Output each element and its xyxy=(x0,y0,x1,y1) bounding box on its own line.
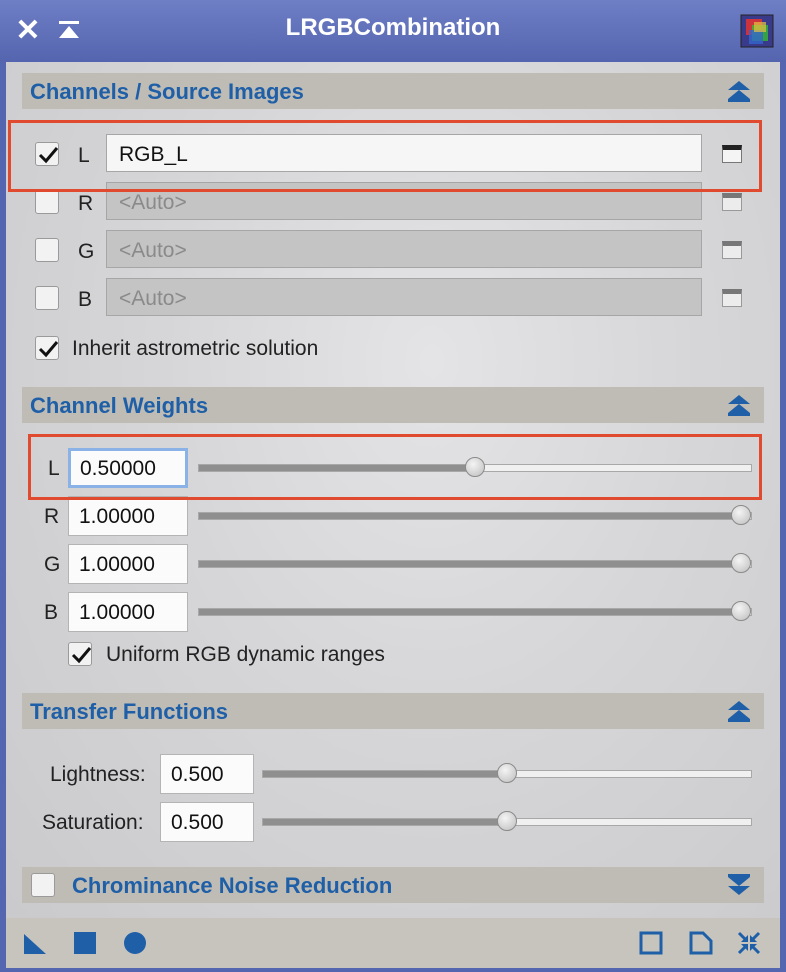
collapse-icon[interactable] xyxy=(726,393,752,417)
section-title: Chrominance Noise Reduction xyxy=(72,873,393,898)
lightness-slider[interactable] xyxy=(262,763,752,783)
highlight-box-weight-l xyxy=(28,434,762,500)
slider-thumb[interactable] xyxy=(731,553,751,573)
weights-section-header[interactable]: Channel Weights xyxy=(22,387,764,423)
channel-b-label: B xyxy=(78,288,93,311)
weight-r-input[interactable]: 1.00000 xyxy=(68,496,188,536)
inherit-astrometric-label: Inherit astrometric solution xyxy=(72,337,319,360)
slider-thumb[interactable] xyxy=(731,601,751,621)
lightness-input[interactable]: 0.500 xyxy=(160,754,254,794)
reset-icon[interactable] xyxy=(736,930,762,956)
uniform-rgb-checkbox[interactable] xyxy=(68,642,92,666)
channel-g-checkbox[interactable] xyxy=(35,238,59,262)
slider-fill xyxy=(199,609,741,615)
section-title: Channels / Source Images xyxy=(30,79,304,104)
slider-fill xyxy=(263,819,507,825)
saturation-input[interactable]: 0.500 xyxy=(160,802,254,842)
apply-icon[interactable] xyxy=(122,930,148,956)
weight-g-slider[interactable] xyxy=(198,553,752,573)
channel-r-checkbox[interactable] xyxy=(35,190,59,214)
slider-fill xyxy=(199,513,741,519)
browse-documentation-icon[interactable] xyxy=(638,930,664,956)
transfer-section-header[interactable]: Transfer Functions xyxy=(22,693,764,729)
bottom-toolbar xyxy=(6,918,780,968)
slider-thumb[interactable] xyxy=(497,763,517,783)
weight-g-label: G xyxy=(44,553,61,576)
highlight-box-channel-l xyxy=(8,120,762,192)
slider-thumb[interactable] xyxy=(731,505,751,525)
inherit-astrometric-checkbox[interactable] xyxy=(35,336,59,360)
saturation-label: Saturation: xyxy=(42,811,144,834)
weight-b-label: B xyxy=(44,601,59,624)
close-icon[interactable]: ✕ xyxy=(14,16,42,46)
channel-g-view-icon[interactable] xyxy=(722,241,742,259)
process-icon xyxy=(740,14,774,48)
section-title: Channel Weights xyxy=(30,393,209,418)
lrgb-combination-window: ✕ LRGBCombination Channels / Source Imag… xyxy=(0,0,786,972)
channels-section-header[interactable]: Channels / Source Images xyxy=(22,73,764,109)
collapse-icon[interactable] xyxy=(726,699,752,723)
channel-b-view-icon[interactable] xyxy=(722,289,742,307)
title-bar: ✕ LRGBCombination xyxy=(0,0,786,62)
noise-section-header[interactable]: Chrominance Noise Reduction xyxy=(22,867,764,903)
slider-fill xyxy=(199,561,741,567)
channel-g-image-field[interactable]: <Auto> xyxy=(106,230,702,268)
channel-g-label: G xyxy=(78,240,95,263)
shade-icon[interactable] xyxy=(56,18,82,44)
collapse-icon[interactable] xyxy=(726,79,752,103)
weight-r-label: R xyxy=(44,505,60,528)
slider-thumb[interactable] xyxy=(497,811,517,831)
channel-r-view-icon[interactable] xyxy=(722,193,742,211)
process-content: Channels / Source Images L RGB_L R <Auto… xyxy=(6,62,780,918)
section-title: Transfer Functions xyxy=(30,699,229,724)
slider-fill xyxy=(263,771,507,777)
channel-b-image-field[interactable]: <Auto> xyxy=(106,278,702,316)
weight-g-input[interactable]: 1.00000 xyxy=(68,544,188,584)
lightness-label: Lightness: xyxy=(50,763,146,786)
uniform-rgb-label: Uniform RGB dynamic ranges xyxy=(106,643,385,666)
edit-instance-icon[interactable] xyxy=(688,930,714,956)
saturation-slider[interactable] xyxy=(262,811,752,831)
apply-global-icon[interactable] xyxy=(72,930,98,956)
channel-r-label: R xyxy=(78,192,94,215)
weight-b-slider[interactable] xyxy=(198,601,752,621)
noise-reduction-checkbox[interactable] xyxy=(31,873,55,897)
expand-icon[interactable] xyxy=(726,873,752,897)
new-instance-icon[interactable] xyxy=(22,930,48,956)
channel-b-checkbox[interactable] xyxy=(35,286,59,310)
weight-r-slider[interactable] xyxy=(198,505,752,525)
weight-b-input[interactable]: 1.00000 xyxy=(68,592,188,632)
window-title: LRGBCombination xyxy=(285,14,501,41)
